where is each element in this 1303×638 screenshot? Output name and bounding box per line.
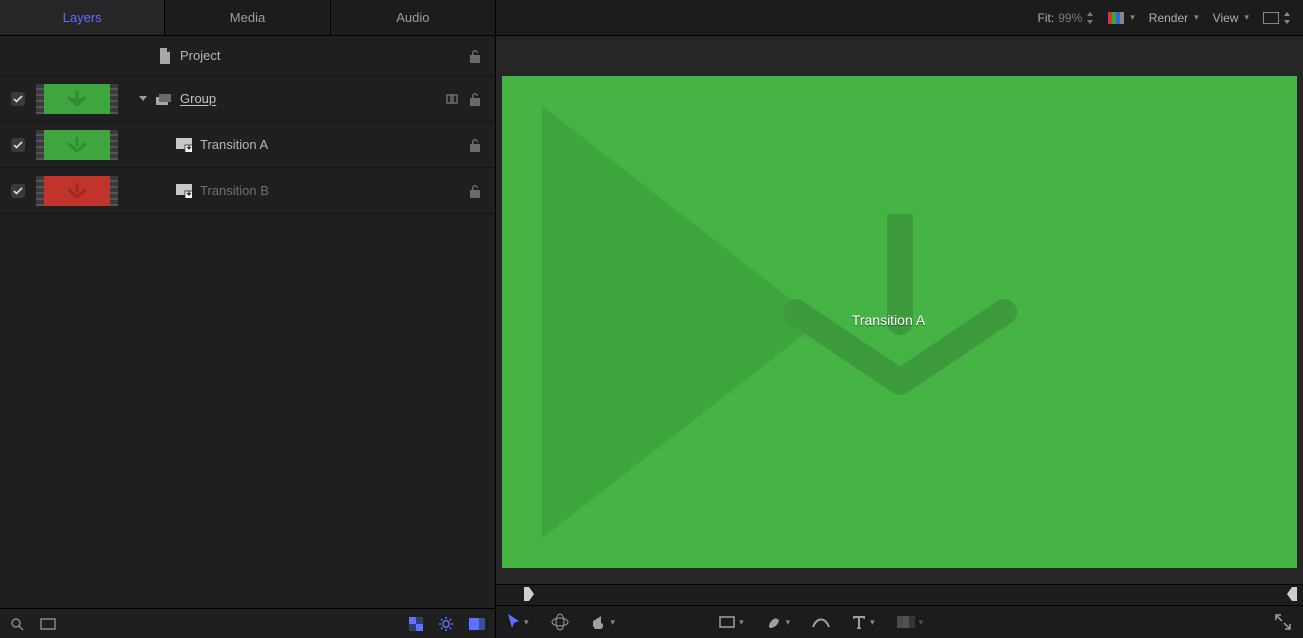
chevron-down-icon: ▾ <box>1244 12 1249 23</box>
play-triangle-shape <box>542 106 820 539</box>
color-channels-menu[interactable]: ▾ <box>1108 12 1135 24</box>
render-menu[interactable]: Render ▾ <box>1149 11 1199 25</box>
tools-toolbar: ▾ ▾ ▾ ▾ ▾ ▾ <box>496 606 1303 638</box>
row-label: Transition B <box>200 183 269 198</box>
layer-row-transition-b[interactable]: Transition B <box>0 168 495 214</box>
select-tool[interactable]: ▾ <box>508 614 529 630</box>
fit-label: Fit: <box>1038 11 1055 25</box>
canvas-area: Transition A <box>496 36 1303 584</box>
mask-tool[interactable]: ▾ <box>897 616 924 628</box>
pan-tool[interactable]: ▾ <box>591 614 616 630</box>
row-label: Transition A <box>200 137 268 152</box>
text-tool[interactable]: ▾ <box>852 615 875 629</box>
layer-thumbnail[interactable] <box>36 130 118 160</box>
chevron-down-icon: ▾ <box>1130 12 1135 23</box>
paint-stroke-tool[interactable] <box>812 615 830 629</box>
layer-row-group[interactable]: Group <box>0 76 495 122</box>
placeholder-icon <box>176 184 192 198</box>
chevron-down-icon: ▾ <box>870 617 875 628</box>
view-label: View <box>1213 11 1239 25</box>
lock-icon[interactable] <box>469 138 481 152</box>
search-icon[interactable] <box>10 617 24 631</box>
tab-layers[interactable]: Layers <box>0 0 165 35</box>
layer-thumbnail[interactable] <box>36 176 118 206</box>
canvas-overlay-label: Transition A <box>852 312 925 328</box>
in-point-marker-icon[interactable] <box>524 587 534 604</box>
expand-viewer-icon[interactable] <box>1275 614 1291 630</box>
down-arrow-shape <box>780 214 1020 404</box>
row-label: Group <box>180 91 216 106</box>
viewer-layout-menu[interactable] <box>1263 12 1291 24</box>
tab-audio[interactable]: Audio <box>331 0 495 35</box>
disclosure-triangle-icon[interactable] <box>138 94 148 104</box>
shape-tool[interactable]: ▾ <box>719 616 744 628</box>
row-label: Project <box>180 48 220 63</box>
fit-value: 99% <box>1058 11 1082 25</box>
stack-icon <box>156 93 172 105</box>
layers-footer <box>0 608 495 638</box>
chevron-down-icon: ▾ <box>919 617 924 628</box>
layer-thumbnail[interactable] <box>36 84 118 114</box>
lock-icon[interactable] <box>469 49 481 63</box>
stepper-icon[interactable] <box>1086 12 1094 24</box>
chevron-down-icon: ▾ <box>524 617 529 628</box>
layer-list: Project <box>0 36 495 608</box>
fit-zoom-control[interactable]: Fit: 99% <box>1038 11 1095 25</box>
render-label: Render <box>1149 11 1188 25</box>
mini-timeline[interactable] <box>496 584 1303 606</box>
row-name-cell: Project <box>132 48 441 64</box>
stepper-icon[interactable] <box>1283 12 1291 24</box>
lock-icon[interactable] <box>469 184 481 198</box>
frame-icon[interactable] <box>40 618 56 630</box>
gear-icon[interactable] <box>439 617 453 631</box>
chevron-down-icon: ▾ <box>611 617 616 628</box>
lock-icon[interactable] <box>469 92 481 106</box>
viewer-panel: Fit: 99% ▾ Render ▾ View ▾ <box>496 0 1303 638</box>
color-swatch-icon <box>1108 12 1124 24</box>
layers-panel: Layers Media Audio Project <box>0 0 496 638</box>
checker-icon[interactable] <box>409 617 423 631</box>
canvas[interactable]: Transition A <box>502 76 1297 568</box>
out-point-marker-icon[interactable] <box>1287 587 1297 604</box>
viewer-toolbar: Fit: 99% ▾ Render ▾ View ▾ <box>496 0 1303 36</box>
layer-row-project[interactable]: Project <box>0 36 495 76</box>
view-menu[interactable]: View ▾ <box>1213 11 1249 25</box>
visibility-checkbox[interactable] <box>11 138 25 152</box>
mask-icon[interactable] <box>469 618 485 630</box>
chevron-down-icon: ▾ <box>739 617 744 628</box>
pass-through-icon[interactable] <box>445 93 459 105</box>
layer-row-transition-a[interactable]: Transition A <box>0 122 495 168</box>
placeholder-icon <box>176 138 192 152</box>
tab-media[interactable]: Media <box>165 0 330 35</box>
visibility-checkbox[interactable] <box>11 184 25 198</box>
visibility-checkbox[interactable] <box>11 92 25 106</box>
chevron-down-icon: ▾ <box>786 617 791 628</box>
pen-tool[interactable]: ▾ <box>766 614 791 630</box>
panel-tabs: Layers Media Audio <box>0 0 495 36</box>
chevron-down-icon: ▾ <box>1194 12 1199 23</box>
monitor-icon <box>1263 12 1279 24</box>
3d-transform-tool[interactable] <box>551 613 569 631</box>
document-icon <box>158 48 172 64</box>
